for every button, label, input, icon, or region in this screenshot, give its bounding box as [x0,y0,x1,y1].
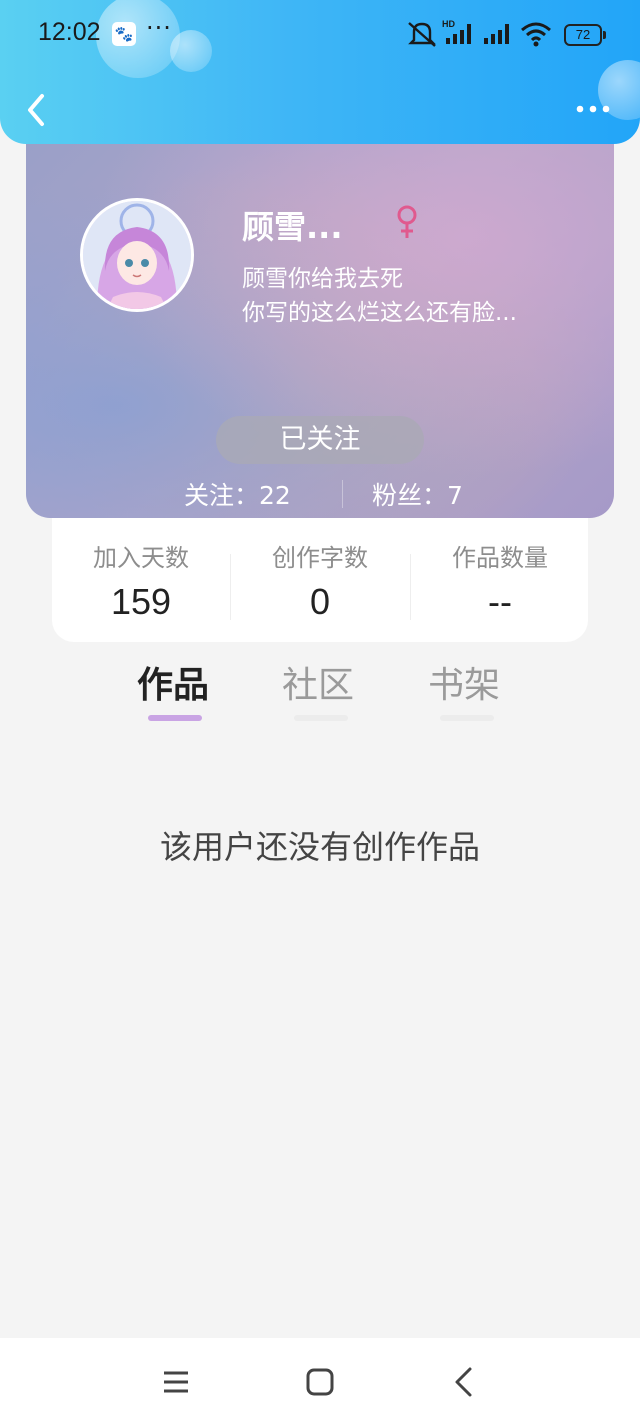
chevron-left-icon[interactable] [22,90,52,130]
stat-label: 作品数量 [452,544,548,572]
status-time: 12:02 [38,18,101,46]
stat-label: 创作字数 [272,544,368,572]
tab-indicator-works [148,715,202,721]
status-bar: 12:02 🐾 ··· HD 72 [0,0,640,70]
follow-stats: 关注：22 粉丝：7 [26,474,614,514]
stat-works-count: 作品数量 -- [411,538,589,623]
bio-line: 你写的这么烂这么还有脸... [242,300,517,326]
avatar[interactable] [80,198,194,312]
stats-card: 加入天数 159 创作字数 0 作品数量 -- [52,518,588,642]
empty-state-message: 该用户还没有创作作品 [159,828,480,866]
bio-line: 顾雪你给我去死 [242,266,403,292]
status-overflow: ··· [146,14,172,42]
stat-join-days: 加入天数 159 [52,538,230,623]
stat-label: 加入天数 [93,544,189,572]
female-gender-icon [397,205,417,238]
tab-works[interactable]: 作品 [137,656,209,708]
tab-indicator-community [294,715,348,721]
followers-count[interactable]: 粉丝：7 [372,476,463,512]
stat-value: 0 [309,581,331,622]
system-nav-bar [0,1338,640,1422]
menu-icon[interactable] [158,1364,194,1400]
more-dots-icon[interactable] [576,99,610,119]
battery-icon: 72 [564,24,606,46]
followed-button[interactable]: 已关注 [216,416,424,464]
back-triangle-icon[interactable] [446,1364,482,1400]
top-header: 12:02 🐾 ··· HD 72 [0,0,640,144]
profile-name: 顾雪... [242,208,343,246]
stat-value: -- [488,581,512,622]
mute-icon [408,22,436,47]
following-count[interactable]: 关注：22 [184,476,291,512]
signal-icon [484,24,509,44]
baidu-app-icon: 🐾 [112,22,136,46]
stat-value: 159 [110,581,172,622]
hd-signal-icon: HD [442,19,471,44]
tab-indicator-bookshelf [440,715,494,721]
stat-word-count: 创作字数 0 [231,538,409,623]
profile-card: 顾雪... 顾雪你给我去死 你写的这么烂这么还有脸... 已关注 关注：22 粉… [26,144,614,518]
tab-bookshelf[interactable]: 书架 [428,656,500,708]
home-square-icon[interactable] [302,1364,338,1400]
wifi-icon [521,22,551,47]
tab-community[interactable]: 社区 [282,656,354,708]
divider [342,480,343,508]
svg-text:HD: HD [442,19,455,29]
profile-bio: 顾雪你给我去死 你写的这么烂这么还有脸... [242,262,582,330]
